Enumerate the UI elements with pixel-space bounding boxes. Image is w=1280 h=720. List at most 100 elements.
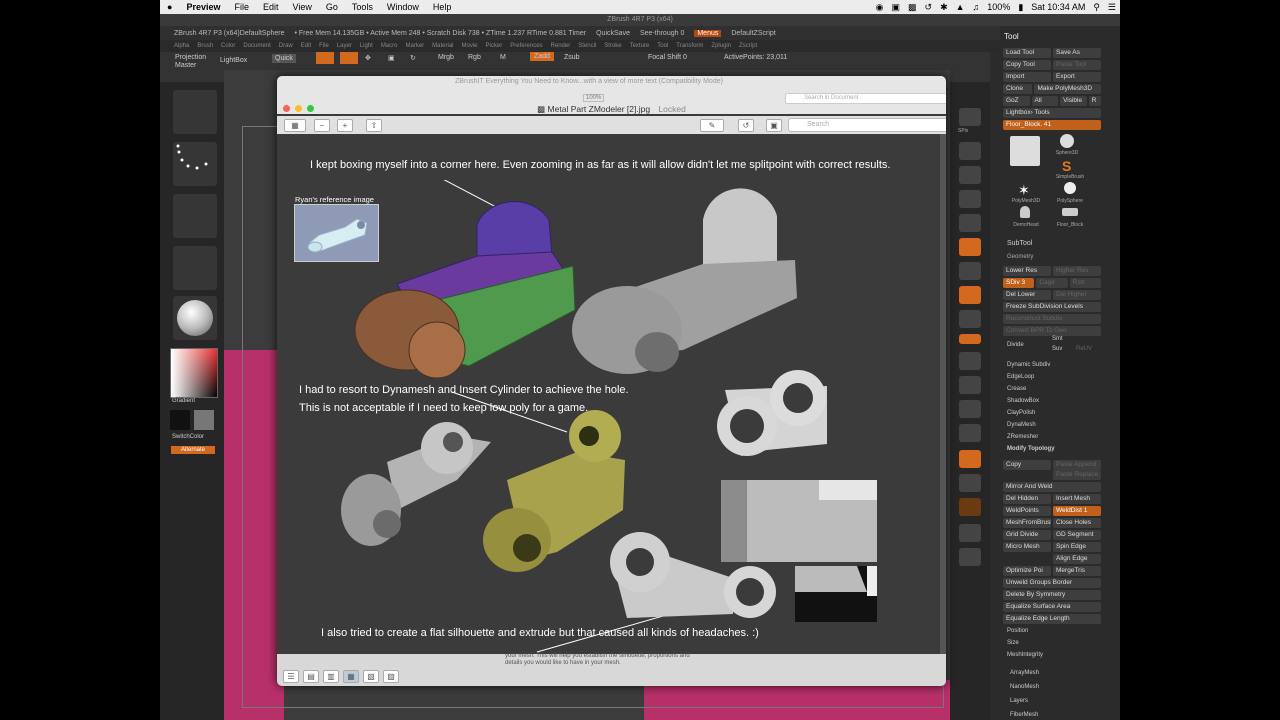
dynamic-subdiv-section[interactable]: Dynamic Subdiv <box>1007 362 1050 368</box>
edgeloop-section[interactable]: EdgeLoop <box>1007 374 1034 380</box>
convert-bpr-button[interactable]: Convert BPR To Geo <box>1003 326 1101 336</box>
higher-res-button[interactable]: Higher Res <box>1053 266 1101 276</box>
clone-button[interactable]: Clone <box>1003 84 1033 94</box>
freeze-subdivision-button[interactable]: Freeze SubDivision Levels <box>1003 302 1101 312</box>
zoom-button[interactable] <box>959 166 981 184</box>
sdiv-slider[interactable]: SDiv 3 <box>1003 278 1035 288</box>
lightbox-tools-button[interactable]: Lightbox› Tools <box>1003 108 1101 118</box>
notification-center-icon[interactable]: ☰ <box>1104 2 1120 13</box>
layers-section[interactable]: Layers <box>1010 698 1028 704</box>
crease-section[interactable]: Crease <box>1007 386 1026 392</box>
zb-menu-render[interactable]: Render <box>551 43 571 49</box>
shadowbox-section[interactable]: ShadowBox <box>1007 398 1039 404</box>
zb-menu-zscript[interactable]: Zscript <box>739 43 757 49</box>
background-zoom[interactable]: 100% <box>583 94 605 102</box>
import-button[interactable]: Import <box>1003 72 1051 82</box>
zb-menu-brush[interactable]: Brush <box>197 43 213 49</box>
move-button[interactable] <box>959 376 981 394</box>
delete-by-symmetry-button[interactable]: Delete By Symmetry <box>1003 590 1101 600</box>
display-icon[interactable]: ▣ <box>888 2 905 13</box>
menu-app-preview[interactable]: Preview <box>179 2 227 12</box>
equalize-surface-area-button[interactable]: Equalize Surface Area <box>1003 602 1101 612</box>
export-button[interactable]: Export <box>1053 72 1101 82</box>
time-machine-icon[interactable]: ↺ <box>921 2 937 13</box>
zb-menu-material[interactable]: Material <box>432 43 453 49</box>
del-lower-button[interactable]: Del Lower <box>1003 290 1051 300</box>
alpha-thumbnail[interactable] <box>173 194 217 238</box>
search-field[interactable]: Search <box>788 118 946 132</box>
save-as-button[interactable]: Save As <box>1053 48 1101 58</box>
menu-go[interactable]: Go <box>319 2 345 12</box>
zremesher-section[interactable]: ZRemesher <box>1007 434 1038 440</box>
size-section[interactable]: Size <box>1007 640 1019 646</box>
sphere3d-thumb[interactable] <box>1060 134 1074 148</box>
outline-view-icon[interactable]: ▤ <box>303 670 319 683</box>
polyf-button[interactable] <box>959 450 981 468</box>
bluetooth-icon[interactable]: ✱ <box>936 2 952 13</box>
zb-menu-picker[interactable]: Picker <box>486 43 503 49</box>
zb-menu-tool[interactable]: Tool <box>657 43 668 49</box>
goz-all-button[interactable]: All <box>1031 96 1059 106</box>
load-tool-button[interactable]: Load Tool <box>1003 48 1051 58</box>
alternate-button[interactable]: Alternate <box>171 446 215 454</box>
rotate-icon[interactable]: ↻ <box>410 54 416 62</box>
projection-master-button[interactable]: Projection Master <box>175 54 215 70</box>
list-view-icon[interactable]: ☰ <box>283 670 299 683</box>
focal-shift-slider[interactable]: Focal Shift 0 <box>648 54 687 61</box>
paste-tool-button[interactable]: Paste Tool <box>1053 60 1101 70</box>
gd-segments-slider[interactable]: GD Segment <box>1053 530 1101 540</box>
mirror-and-weld-button[interactable]: Mirror And Weld <box>1003 482 1101 492</box>
menu-view[interactable]: View <box>286 2 319 12</box>
grid-divide-button[interactable]: Grid Divide <box>1003 530 1051 540</box>
apple-menu-icon[interactable]: ● <box>160 2 179 12</box>
spin-edge-button[interactable]: Spin Edge <box>1053 542 1101 552</box>
demohead-thumb[interactable] <box>1020 206 1030 218</box>
zoom-in-icon[interactable]: + <box>337 119 353 132</box>
markup-pen-icon[interactable]: ✎ <box>700 119 724 132</box>
current-tool-slider[interactable]: Floor_Block. 41 <box>1003 120 1101 130</box>
cage-button[interactable]: Cage <box>1036 278 1068 288</box>
edit-button[interactable] <box>316 52 334 64</box>
secondary-color-swatch[interactable] <box>194 410 214 430</box>
bpr-button[interactable] <box>959 108 981 126</box>
menu-tools[interactable]: Tools <box>345 2 380 12</box>
zb-menu-movie[interactable]: Movie <box>462 43 478 49</box>
copy-tool-button[interactable]: Copy Tool <box>1003 60 1051 70</box>
zsub-button[interactable]: Zsub <box>564 54 580 61</box>
switch-color-button[interactable]: SwitchColor <box>172 434 204 440</box>
scale-icon[interactable]: ▣ <box>388 54 395 62</box>
lsym-button[interactable] <box>959 310 981 328</box>
reconstruct-subdiv-button[interactable]: Reconstruct Subdiv <box>1003 314 1101 324</box>
menu-edit[interactable]: Edit <box>256 2 286 12</box>
zb-menu-zplugin[interactable]: Zplugin <box>711 43 731 49</box>
zb-menu-file[interactable]: File <box>319 43 329 49</box>
see-through-slider[interactable]: See-through 0 <box>640 30 684 37</box>
brush-thumbnail[interactable] <box>173 90 217 134</box>
zb-menu-layer[interactable]: Layer <box>337 43 352 49</box>
floor-block-thumb[interactable] <box>1010 136 1040 166</box>
frame-button[interactable] <box>959 352 981 370</box>
material-thumbnail[interactable] <box>173 296 217 340</box>
aahalf-button[interactable] <box>959 214 981 232</box>
zb-menu-stroke[interactable]: Stroke <box>604 43 621 49</box>
insert-mesh-button[interactable]: Insert Mesh <box>1053 494 1101 504</box>
zb-menu-preferences[interactable]: Preferences <box>510 43 542 49</box>
print-view-icon[interactable]: ▦ <box>343 670 359 683</box>
nano-mesh-section[interactable]: NanoMesh <box>1010 684 1039 690</box>
gradient-label[interactable]: Gradient <box>172 398 195 404</box>
ghost-button[interactable] <box>959 498 981 516</box>
stroke-thumbnail[interactable] <box>173 142 217 186</box>
wifi-icon[interactable]: ▲ <box>952 2 969 12</box>
locked-label[interactable]: Locked <box>658 104 685 114</box>
zb-menu-color[interactable]: Color <box>221 43 235 49</box>
menu-window[interactable]: Window <box>380 2 426 12</box>
make-polymesh-button[interactable]: Make PolyMesh3D <box>1034 84 1101 94</box>
align-edge-button[interactable]: Align Edge <box>1053 554 1101 564</box>
share-icon[interactable]: ⇧ <box>366 119 382 132</box>
scroll-button[interactable] <box>959 142 981 160</box>
weld-dist-slider[interactable]: WeldDist 1 <box>1053 506 1101 516</box>
xpose-button[interactable] <box>959 548 981 566</box>
zb-menu-light[interactable]: Light <box>360 43 373 49</box>
del-hidden-button[interactable]: Del Hidden <box>1003 494 1051 504</box>
close-holes-button[interactable]: Close Holes <box>1053 518 1101 528</box>
